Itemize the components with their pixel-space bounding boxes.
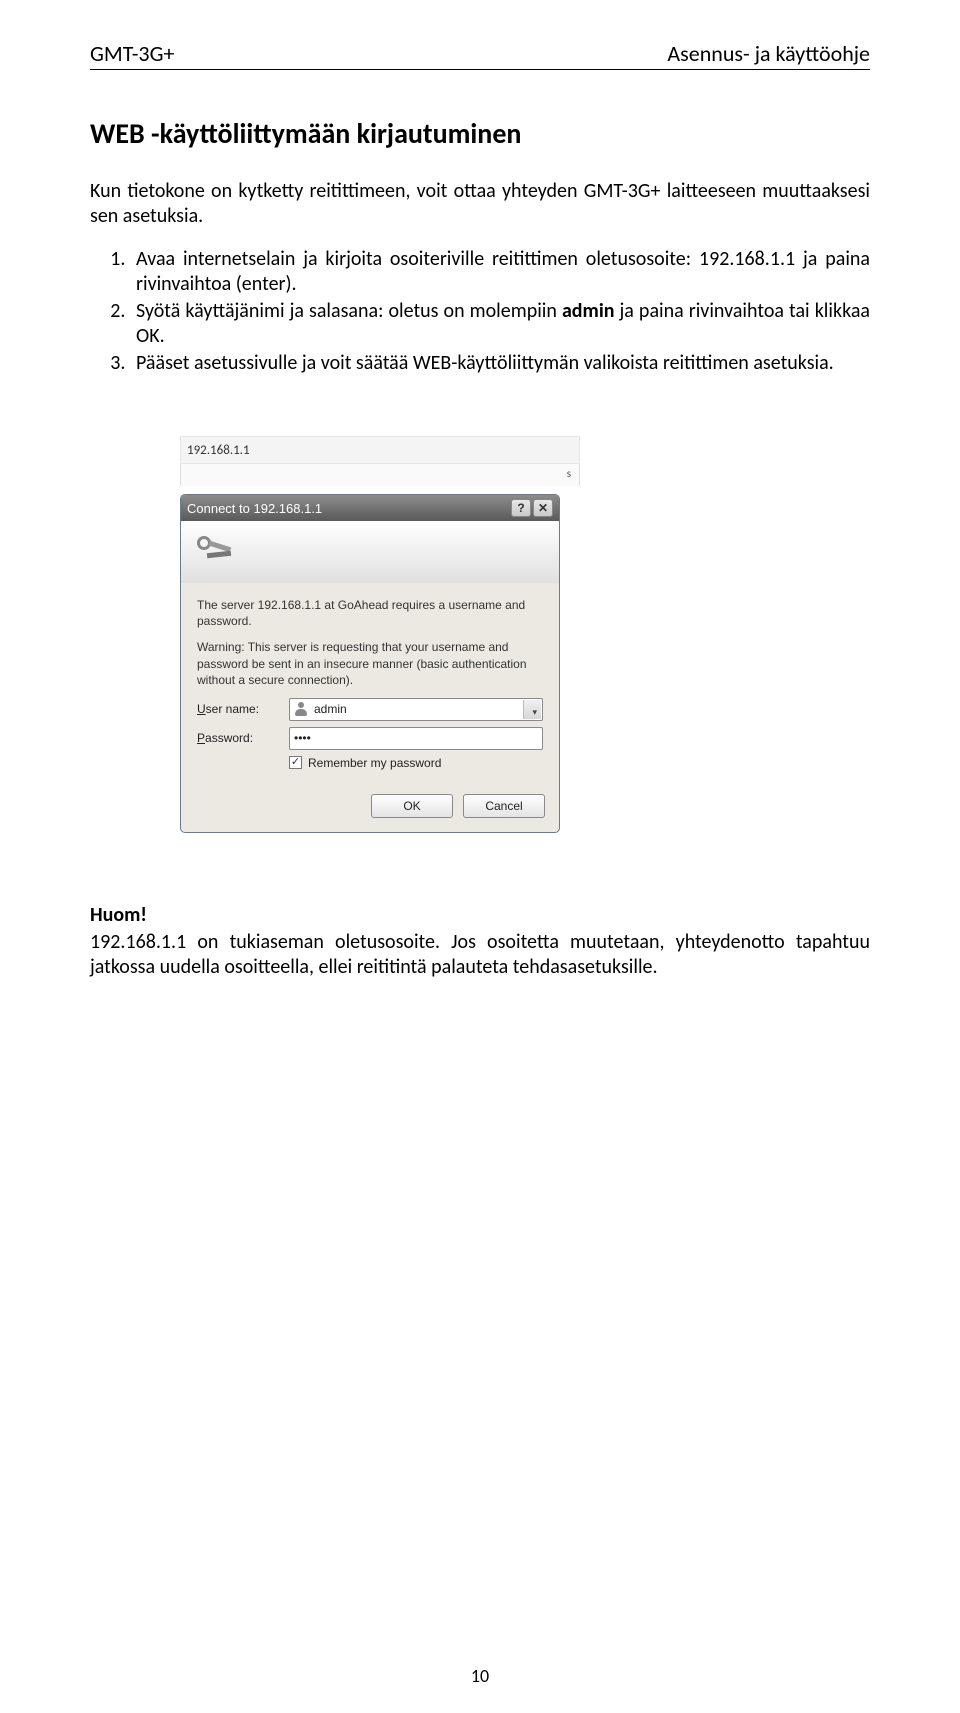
step-2-bold: admin (562, 299, 615, 323)
username-row: User name: admin ▾ (197, 698, 543, 721)
dialog-banner (181, 521, 559, 583)
username-value: admin (314, 702, 347, 716)
dialog-title: Connect to 192.168.1.1 (187, 501, 322, 516)
browser-address-bar[interactable]: 192.168.1.1 (180, 436, 580, 464)
person-icon (294, 702, 308, 716)
note-block: Huom! 192.168.1.1 on tukiaseman oletusos… (90, 903, 870, 980)
note-title: Huom! (90, 903, 870, 928)
step-1: Avaa internetselain ja kirjoita osoiteri… (130, 247, 870, 297)
dialog-button-row: OK Cancel (181, 794, 559, 832)
dialog-message-1: The server 192.168.1.1 at GoAhead requir… (197, 597, 543, 629)
remember-checkbox[interactable]: ✓ (289, 756, 302, 769)
titlebar-buttons: ? ✕ (511, 499, 553, 517)
section-title: WEB -käyttöliittymään kirjautuminen (90, 116, 870, 151)
step-2-text-a: Syötä käyttäjänimi ja salasana: oletus o… (136, 299, 562, 323)
password-input[interactable]: •••• (289, 727, 543, 750)
keys-icon (193, 532, 237, 572)
password-label: Password: (197, 731, 289, 745)
close-button[interactable]: ✕ (533, 499, 553, 517)
remember-row: ✓ Remember my password (289, 756, 543, 770)
page-header: GMT-3G+ Asennus- ja käyttöohje (90, 40, 870, 67)
steps-list: Avaa internetselain ja kirjoita osoiteri… (90, 247, 870, 376)
intro-paragraph: Kun tietokone on kytketty reitittimeen, … (90, 179, 870, 229)
help-icon: ? (517, 501, 524, 515)
ok-button[interactable]: OK (371, 794, 453, 818)
browser-tab-strip (180, 464, 580, 486)
auth-dialog: Connect to 192.168.1.1 ? ✕ The server 19… (180, 494, 560, 833)
header-left: GMT-3G+ (90, 40, 174, 67)
page-number: 10 (0, 1665, 960, 1687)
close-icon: ✕ (538, 501, 548, 515)
note-text: 192.168.1.1 on tukiaseman oletusosoite. … (90, 930, 870, 980)
password-value: •••• (294, 731, 311, 745)
dropdown-icon[interactable]: ▾ (532, 707, 537, 718)
page-container: GMT-3G+ Asennus- ja käyttöohje WEB -käyt… (0, 0, 960, 1713)
step-2: Syötä käyttäjänimi ja salasana: oletus o… (130, 299, 870, 349)
dialog-body: The server 192.168.1.1 at GoAhead requir… (181, 583, 559, 794)
dialog-titlebar: Connect to 192.168.1.1 ? ✕ (181, 495, 559, 521)
username-label: User name: (197, 702, 289, 716)
header-divider (90, 69, 870, 70)
remember-label: Remember my password (308, 756, 441, 770)
help-button[interactable]: ? (511, 499, 531, 517)
header-right: Asennus- ja käyttöohje (667, 40, 870, 67)
cancel-button[interactable]: Cancel (463, 794, 545, 818)
step-1-text: Avaa internetselain ja kirjoita osoiteri… (136, 247, 870, 296)
dialog-message-2: Warning: This server is requesting that … (197, 639, 543, 688)
password-row: Password: •••• (197, 727, 543, 750)
embedded-screenshot: 192.168.1.1 Connect to 192.168.1.1 ? ✕ T… (180, 436, 580, 833)
step-3: Pääset asetussivulle ja voit säätää WEB-… (130, 351, 870, 376)
address-bar-text: 192.168.1.1 (187, 443, 250, 458)
username-input[interactable]: admin ▾ (289, 698, 543, 721)
step-3-text: Pääset asetussivulle ja voit säätää WEB-… (136, 351, 834, 375)
